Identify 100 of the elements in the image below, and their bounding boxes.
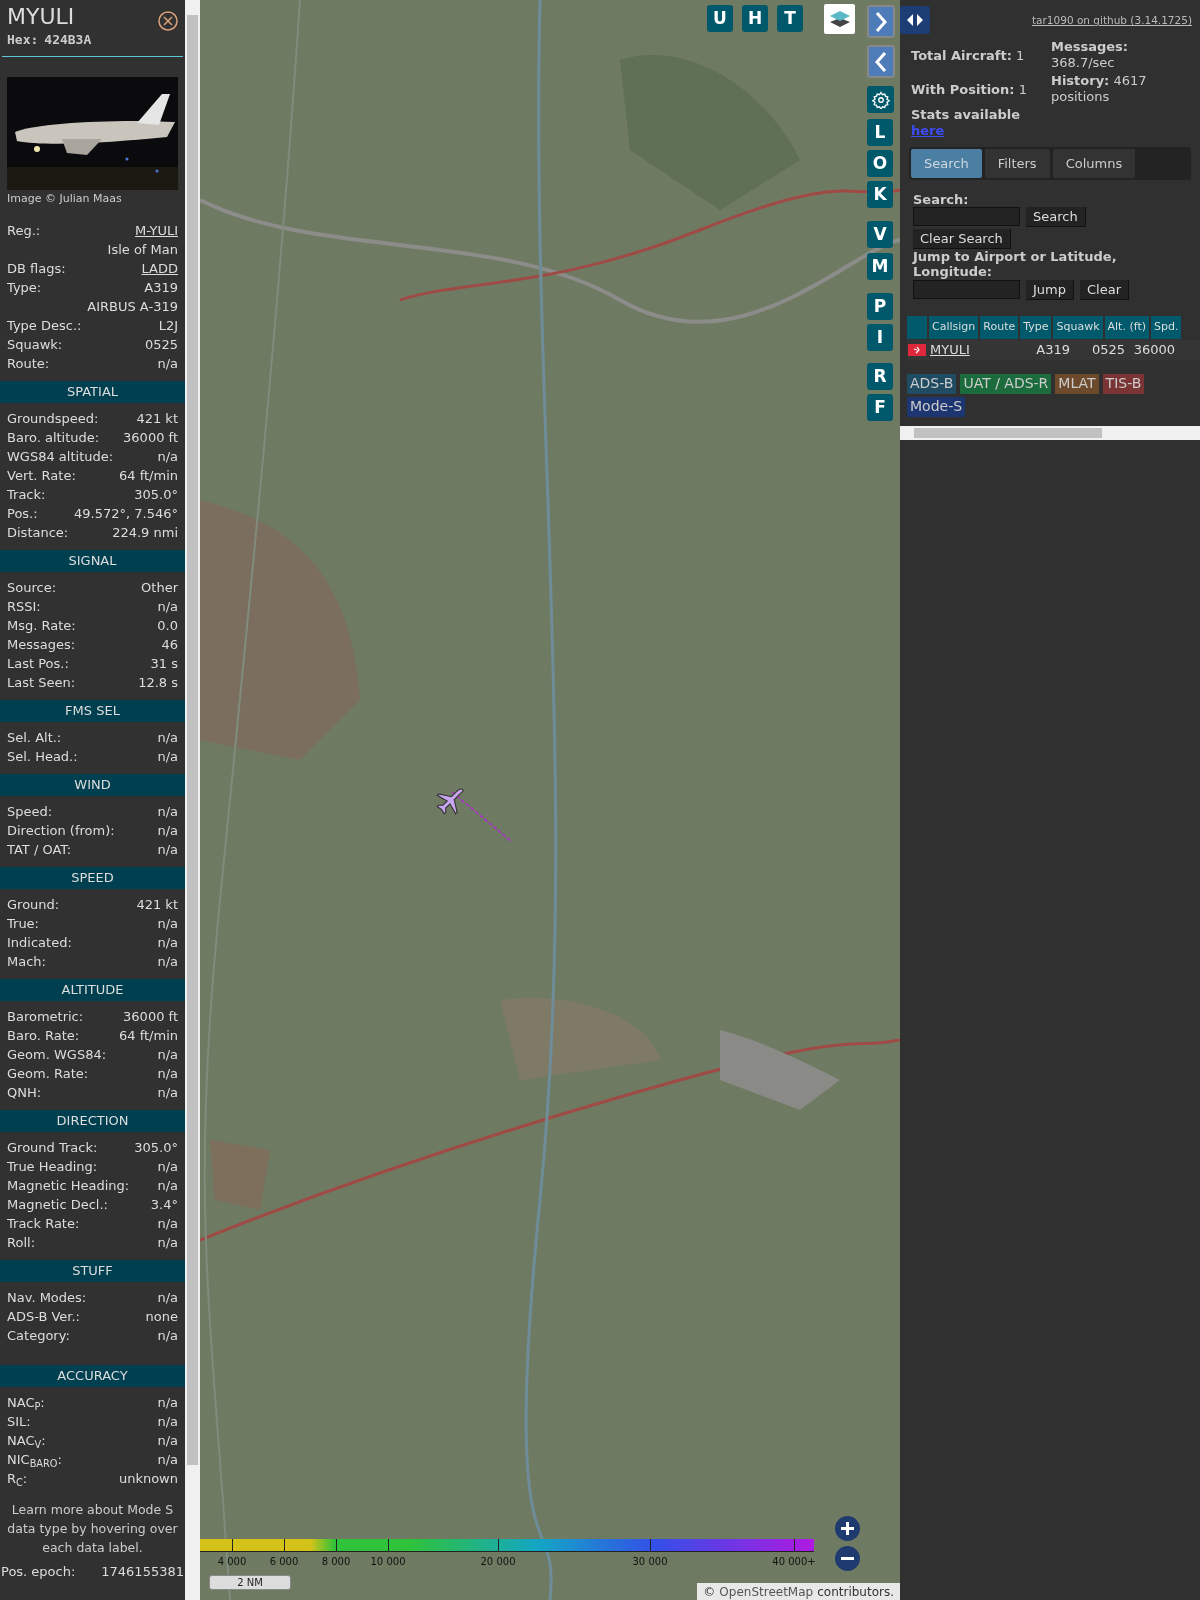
field-label: SIL: [7, 1413, 31, 1432]
field-value: 305.0° [134, 486, 178, 505]
section-header: FMS SEL [0, 699, 185, 722]
field-label: Last Seen: [7, 674, 76, 693]
jump-button[interactable]: Jump [1026, 279, 1074, 300]
column-header[interactable]: Spd. [1151, 315, 1182, 339]
table-header-cell [907, 315, 927, 339]
field-value: 31 s [150, 655, 178, 674]
map-toggle-button[interactable]: F [867, 394, 893, 421]
column-header[interactable]: Squawk [1053, 315, 1103, 339]
field-value: n/a [157, 1065, 178, 1084]
field-label: Roll: [7, 1234, 35, 1253]
map-toggle-button[interactable]: T [777, 5, 803, 32]
field-value: 64 ft/min [119, 1027, 178, 1046]
flag-icon [908, 343, 926, 356]
chevron-right-icon [874, 10, 888, 33]
field-value: n/a [157, 1432, 178, 1451]
column-header[interactable]: Callsign [929, 315, 979, 339]
tab[interactable]: Columns [1052, 148, 1136, 178]
field-label: Category: [7, 1327, 70, 1346]
section-header: STUFF [0, 1259, 185, 1282]
field-label: True Heading: [7, 1158, 98, 1177]
field-value: n/a [157, 1394, 178, 1413]
field-label: Pos. epoch: [1, 1562, 76, 1581]
next-button[interactable] [867, 5, 895, 38]
aircraft-callsign: MYULI [7, 4, 76, 30]
field-value: 49.572°, 7.546° [74, 505, 178, 524]
field-value: 0.0 [157, 617, 178, 636]
field-value: n/a [157, 729, 178, 748]
field-value: 224.9 nmi [112, 524, 178, 543]
column-header[interactable]: Type [1020, 315, 1052, 339]
field-value: n/a [157, 1451, 178, 1470]
scrollbar[interactable] [185, 0, 200, 1600]
field-value[interactable]: M-YULI [135, 221, 178, 241]
section-header: SIGNAL [0, 549, 185, 572]
field-value: 1746155381 [101, 1562, 184, 1581]
section-header: ALTITUDE [0, 978, 185, 1001]
tab[interactable]: Filters [984, 148, 1050, 178]
field-value: n/a [157, 822, 178, 841]
panel-toggle-button[interactable] [900, 6, 930, 34]
field-value: Other [141, 579, 178, 598]
scale-bar: 2 NM [209, 1575, 291, 1590]
clear-search-button[interactable]: Clear Search [913, 228, 1011, 249]
map-toggle-button[interactable]: K [867, 181, 893, 208]
field-value: n/a [157, 841, 178, 860]
plus-icon [840, 1521, 855, 1536]
left-right-arrows-icon [905, 13, 925, 27]
layers-button[interactable] [824, 4, 855, 34]
field-label: Source: [7, 579, 57, 598]
field-value: n/a [157, 448, 178, 467]
map-toggle-button[interactable]: R [867, 363, 893, 390]
settings-button[interactable] [867, 86, 894, 113]
field-label: Groundspeed: [7, 410, 99, 429]
clear-button[interactable]: Clear [1080, 279, 1129, 300]
field-label: Barometric: [7, 1008, 84, 1027]
field-label: Vert. Rate: [7, 467, 76, 486]
field-label: Nav. Modes: [7, 1289, 87, 1308]
field-label: Geom. WGS84: [7, 1046, 107, 1065]
field-value: L2J [158, 317, 178, 336]
field-value: A319 [144, 279, 178, 298]
attribution-link[interactable]: OpenStreetMap [719, 1582, 814, 1600]
map-toggle-button[interactable]: M [867, 253, 893, 280]
callsign-link[interactable]: MYULI [930, 340, 988, 360]
field-value: 12.8 s [138, 674, 178, 693]
field-value: 421 kt [136, 896, 178, 915]
search-button[interactable]: Search [1026, 206, 1086, 227]
map-toggle-button[interactable]: O [867, 150, 893, 177]
source-tag: Mode-S [907, 396, 966, 417]
jump-field[interactable] [913, 280, 1020, 300]
field-label: Geom. Rate: [7, 1065, 89, 1084]
field-label: Mach: [7, 953, 46, 972]
chevron-left-icon [874, 50, 888, 73]
horizontal-scrollbar[interactable] [900, 425, 1200, 440]
map-toggle-button[interactable]: I [867, 324, 893, 351]
previous-button[interactable] [867, 45, 895, 78]
column-header[interactable]: Route [980, 315, 1019, 339]
field-value[interactable]: LADD [141, 259, 178, 279]
field-label: RSSI: [7, 598, 41, 617]
hex-label: Hex: [7, 31, 39, 49]
legend-label: 10 000 [370, 1555, 406, 1569]
table-row[interactable]: MYULI A319 0525 36000 [907, 339, 1200, 360]
help-note: Learn more about Mode S data type by hovering over each data label. [6, 1500, 179, 1557]
field-label: Baro. Rate: [7, 1027, 80, 1046]
map-toggle-button[interactable]: L [867, 119, 893, 146]
field-value: n/a [157, 355, 178, 374]
map-toggle-button[interactable]: H [742, 5, 768, 32]
track-line [450, 790, 514, 844]
field-label: Reg.: [7, 222, 41, 241]
search-field[interactable] [913, 207, 1020, 227]
field-value: n/a [157, 1046, 178, 1065]
map-toggle-button[interactable]: P [867, 293, 893, 320]
field-label: Messages: [7, 636, 76, 655]
settings-icon [871, 90, 890, 109]
map-toggle-button[interactable]: V [867, 221, 893, 248]
map-toggle-button[interactable]: U [707, 5, 733, 32]
field-label: Route: [7, 355, 50, 374]
field-value: n/a [157, 1215, 178, 1234]
close-icon[interactable] [158, 11, 178, 31]
column-header[interactable]: Alt. (ft) [1104, 315, 1149, 339]
version-link[interactable]: tar1090 on github (3.14.1725) [1032, 13, 1192, 29]
